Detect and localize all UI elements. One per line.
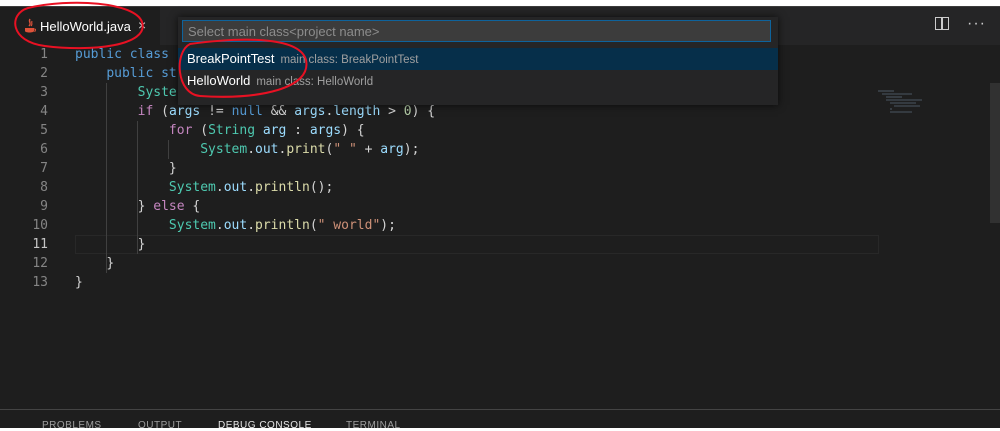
line-number: 9 [40, 199, 48, 214]
code-text: } [137, 237, 146, 252]
quick-pick: BreakPointTest main class: BreakPointTest… [178, 17, 778, 105]
line-number: 12 [32, 256, 48, 271]
code-text: } [106, 256, 115, 271]
more-actions-icon[interactable]: ··· [967, 16, 986, 32]
code-line[interactable]: 11 } [0, 235, 880, 254]
code-line[interactable]: 13} [0, 273, 880, 292]
code-text: System.out.print(" " + arg); [200, 142, 420, 157]
quick-pick-item[interactable]: HelloWorld main class: HelloWorld [178, 70, 778, 92]
code-line[interactable]: 5 for (String arg : args) { [0, 121, 880, 140]
line-number: 4 [40, 104, 48, 119]
line-number: 1 [40, 47, 48, 62]
vertical-scrollbar[interactable] [990, 83, 1000, 223]
code-text: System.out.println(); [168, 180, 334, 195]
editor-actions: ··· [935, 16, 986, 32]
code-line[interactable]: 7 } [0, 159, 880, 178]
line-number: 3 [40, 85, 48, 100]
item-description: main class: HelloWorld [256, 76, 374, 88]
java-icon [25, 18, 36, 33]
code-line[interactable]: 8 System.out.println(); [0, 178, 880, 197]
split-editor-icon[interactable] [935, 17, 950, 30]
line-number: 13 [32, 275, 48, 290]
line-number: 10 [32, 218, 48, 233]
code-line[interactable]: 9 } else { [0, 197, 880, 216]
code-text: public class H [75, 47, 192, 62]
minimap[interactable] [872, 89, 932, 119]
main-class-search-input[interactable] [182, 20, 771, 42]
indent-guide [106, 83, 107, 273]
item-name: BreakPointTest [187, 51, 275, 66]
line-number: 5 [40, 123, 48, 138]
code-line[interactable]: 6 System.out.print(" " + arg); [0, 140, 880, 159]
code-text: } [168, 161, 177, 176]
item-description: main class: BreakPointTest [280, 54, 419, 66]
line-number: 7 [40, 161, 48, 176]
line-number: 6 [40, 142, 48, 157]
quick-pick-item[interactable]: BreakPointTest main class: BreakPointTest [178, 48, 778, 70]
code-text: System.out.println(" world"); [168, 218, 396, 233]
editor-window: HelloWorld.java × ··· 1 public class H 2 p… [0, 6, 1000, 431]
tab-helloworld-java[interactable]: HelloWorld.java × [0, 7, 160, 45]
code-text: } [75, 275, 83, 290]
code-line[interactable]: 12 } [0, 254, 880, 273]
line-number: 2 [40, 66, 48, 81]
current-line-highlight [75, 235, 879, 254]
code-text: public st [106, 66, 177, 81]
indent-guide [137, 121, 138, 254]
code-text: for (String arg : args) { [168, 123, 365, 138]
line-number: 8 [40, 180, 48, 195]
close-icon[interactable]: × [138, 17, 146, 33]
indent-guide [168, 140, 169, 159]
code-text: Syster [137, 85, 185, 100]
item-name: HelloWorld [187, 73, 251, 88]
code-line[interactable]: 10 System.out.println(" world"); [0, 216, 880, 235]
tab-label: HelloWorld.java [40, 19, 131, 34]
bottom-panel: PROBLEMS OUTPUT DEBUG CONSOLE TERMINAL [0, 409, 1000, 431]
line-number: 11 [32, 237, 48, 252]
